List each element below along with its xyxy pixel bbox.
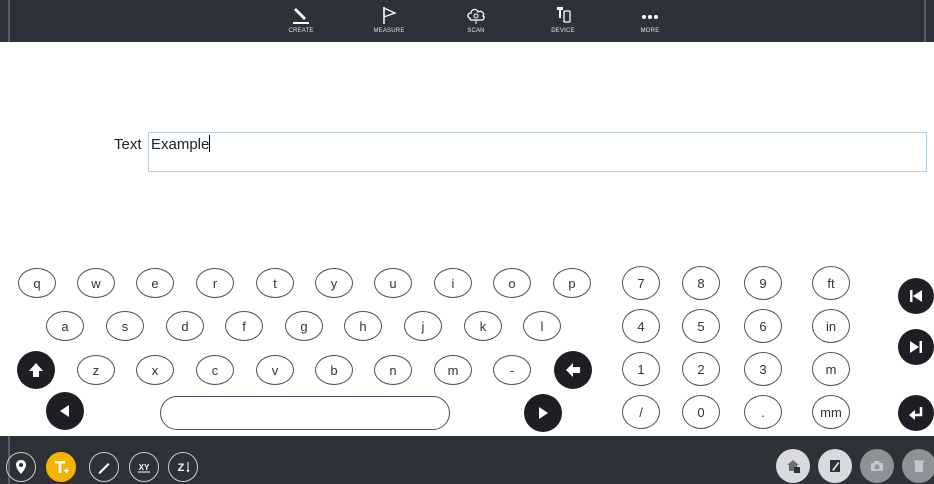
key-dot[interactable]: .: [744, 395, 782, 429]
key-f[interactable]: f: [225, 311, 263, 341]
frame-divider: [8, 0, 10, 42]
cloud-scan-icon: [467, 8, 485, 24]
jump-start-button[interactable]: [898, 278, 934, 314]
frame-divider: [924, 0, 926, 42]
key-ft[interactable]: ft: [812, 266, 850, 300]
enter-return-icon: [909, 407, 923, 420]
key-m-unit[interactable]: m: [812, 352, 850, 386]
key-6[interactable]: 6: [744, 309, 782, 343]
trash-button[interactable]: [902, 449, 934, 483]
svg-text:Z: Z: [178, 462, 185, 474]
key-1[interactable]: 1: [622, 352, 660, 386]
z-elevation-icon: Z: [178, 462, 190, 474]
location-pin-icon: [16, 460, 26, 474]
key-y[interactable]: y: [315, 268, 353, 298]
shift-button[interactable]: [17, 351, 55, 389]
key-x[interactable]: x: [136, 355, 174, 385]
pencil-line-button[interactable]: [89, 452, 119, 482]
space-bar[interactable]: [160, 396, 450, 430]
key-a[interactable]: a: [46, 311, 84, 341]
key-c[interactable]: c: [196, 355, 234, 385]
key-in[interactable]: in: [812, 309, 850, 343]
toolbar-create-label: CREATE: [288, 28, 314, 34]
edit-layer-icon: [830, 460, 840, 472]
location-pin-button[interactable]: [6, 452, 36, 482]
toolbar-scan-button[interactable]: SCAN: [446, 4, 506, 40]
key-5[interactable]: 5: [682, 309, 720, 343]
key-i[interactable]: i: [434, 268, 472, 298]
key-b[interactable]: b: [315, 355, 353, 385]
home-save-button[interactable]: [776, 449, 810, 483]
text-caret: [209, 135, 210, 152]
xy-button[interactable]: XY: [129, 452, 159, 482]
key-0[interactable]: 0: [682, 395, 720, 429]
skip-next-icon: [910, 341, 922, 353]
toolbar-more-button[interactable]: MORE: [620, 4, 680, 40]
jump-end-button[interactable]: [898, 329, 934, 365]
arrow-up-icon: [29, 363, 43, 377]
toolbar-device-label: DEVICE: [551, 28, 575, 34]
backspace-button[interactable]: [554, 351, 592, 389]
key-e[interactable]: e: [136, 268, 174, 298]
key-7[interactable]: 7: [622, 266, 660, 300]
key-q[interactable]: q: [18, 268, 56, 298]
trash-icon: [914, 460, 924, 472]
key-p[interactable]: p: [553, 268, 591, 298]
triangle-right-icon: [539, 407, 548, 419]
skip-previous-icon: [910, 290, 922, 302]
key-d[interactable]: d: [166, 311, 204, 341]
top-toolbar: CREATE MEASURE SCAN DEVICE MORE: [0, 0, 934, 42]
key-h[interactable]: h: [344, 311, 382, 341]
edit-layer-button[interactable]: [818, 449, 852, 483]
toolbar-measure-button[interactable]: MEASURE: [359, 4, 419, 40]
camera-button[interactable]: [860, 449, 894, 483]
device-icon: [557, 7, 571, 23]
key-m[interactable]: m: [434, 355, 472, 385]
key-o[interactable]: o: [493, 268, 531, 298]
key-3[interactable]: 3: [744, 352, 782, 386]
camera-icon: [871, 461, 883, 471]
text-field-label: Text: [114, 136, 142, 153]
key-s[interactable]: s: [106, 311, 144, 341]
key-9[interactable]: 9: [744, 266, 782, 300]
pencil-icon: [293, 8, 309, 24]
toolbar-measure-label: MEASURE: [373, 28, 405, 34]
key-k[interactable]: k: [464, 311, 502, 341]
toolbar-device-button[interactable]: DEVICE: [533, 4, 593, 40]
key-n[interactable]: n: [374, 355, 412, 385]
text-input[interactable]: [148, 132, 927, 172]
triangle-left-icon: [60, 405, 69, 417]
home-save-icon: [787, 460, 800, 473]
key-2[interactable]: 2: [682, 352, 720, 386]
svg-text:XY: XY: [139, 463, 150, 472]
toolbar-more-label: MORE: [640, 28, 660, 34]
more-dots-icon: [642, 15, 658, 19]
key-hyphen[interactable]: -: [493, 355, 531, 385]
key-z[interactable]: z: [77, 355, 115, 385]
flag-icon: [383, 6, 397, 24]
key-4[interactable]: 4: [622, 309, 660, 343]
key-g[interactable]: g: [285, 311, 323, 341]
cursor-left-button[interactable]: [46, 392, 84, 430]
key-r[interactable]: r: [196, 268, 234, 298]
key-mm[interactable]: mm: [812, 395, 850, 429]
toolbar-create-button[interactable]: CREATE: [271, 4, 331, 40]
xy-icon: XY: [138, 463, 150, 473]
key-l[interactable]: l: [523, 311, 561, 341]
key-j[interactable]: j: [404, 311, 442, 341]
key-t[interactable]: t: [256, 268, 294, 298]
toolbar-scan-label: SCAN: [467, 28, 485, 34]
text-add-icon: [55, 461, 69, 474]
enter-button[interactable]: [898, 395, 934, 431]
key-8[interactable]: 8: [682, 266, 720, 300]
cursor-right-button[interactable]: [524, 394, 562, 432]
z-elevation-button[interactable]: Z: [168, 452, 198, 482]
backspace-arrow-icon: [566, 363, 580, 377]
key-slash[interactable]: /: [622, 395, 660, 429]
key-u[interactable]: u: [374, 268, 412, 298]
key-w[interactable]: w: [77, 268, 115, 298]
key-v[interactable]: v: [256, 355, 294, 385]
pencil-line-icon: [98, 463, 110, 474]
text-add-button[interactable]: [46, 452, 76, 482]
